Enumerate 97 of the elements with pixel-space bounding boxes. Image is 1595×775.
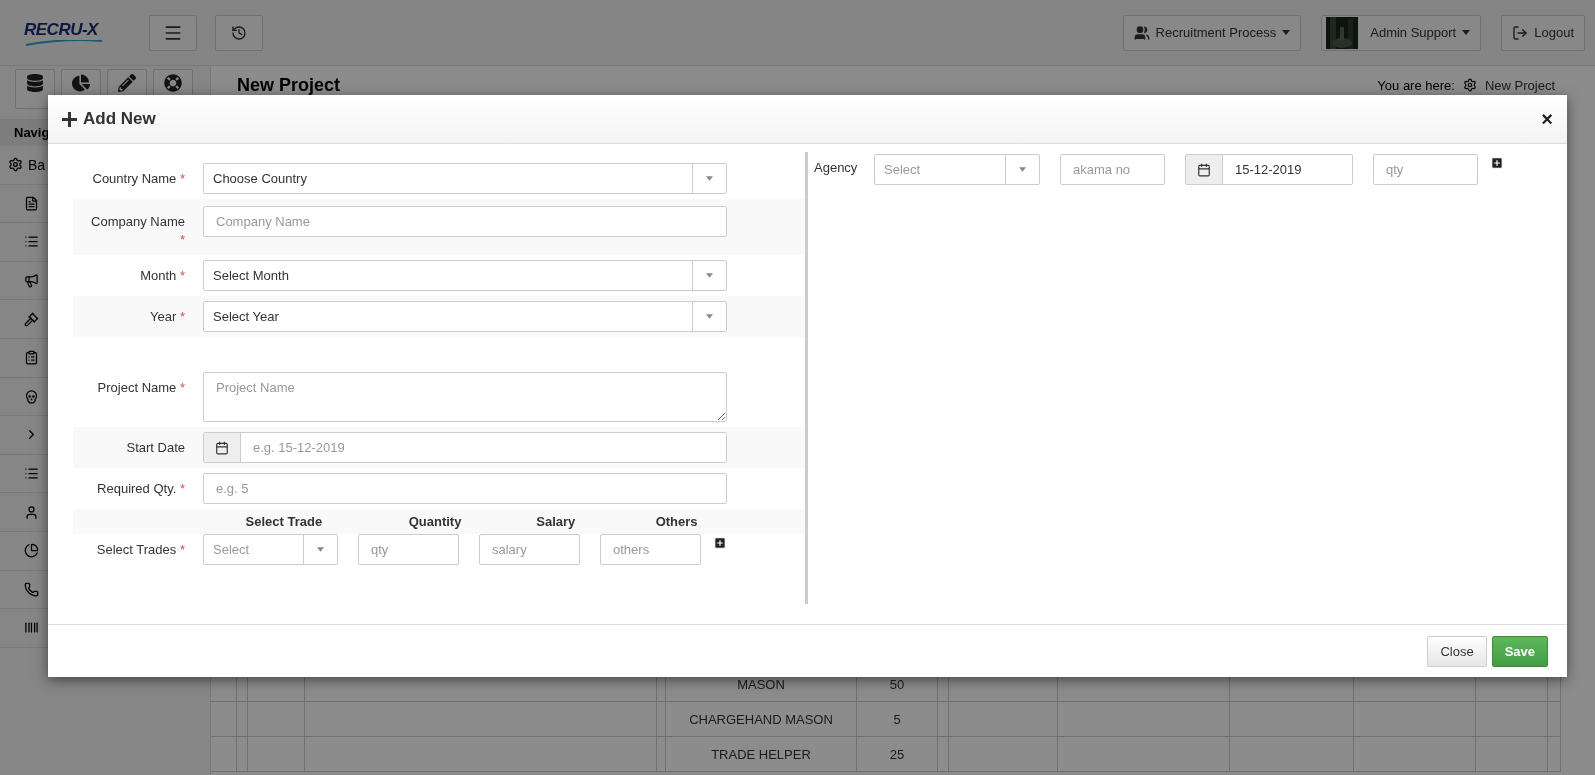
caret-icon (706, 273, 713, 279)
database-button[interactable] (15, 69, 55, 109)
caret-icon (317, 547, 324, 553)
table-cell (1548, 702, 1561, 737)
required-mark: * (179, 309, 185, 325)
required-mark: * (179, 380, 185, 396)
table-cell: TRADE HELPER (666, 737, 857, 772)
breadcrumb-link[interactable]: New Project (1484, 77, 1555, 93)
megaphone-icon[interactable] (24, 273, 39, 289)
field-label: Country Name * (92, 170, 185, 188)
caret-icon (1282, 30, 1291, 35)
dropdown[interactable]: Choose Country (203, 163, 727, 194)
field-label: Company Name * (90, 213, 185, 249)
table-cell (248, 702, 305, 737)
column-header: Select Trade (244, 514, 324, 530)
caret-icon (706, 314, 713, 320)
close-button[interactable]: Close (1427, 635, 1487, 667)
dropdown[interactable]: Select Month (203, 260, 727, 292)
plus-icon (62, 111, 77, 127)
skull-icon[interactable] (24, 388, 39, 404)
lifebuoy-icon (164, 74, 182, 92)
input-field[interactable]: salary (479, 534, 580, 566)
hammer-icon[interactable] (24, 311, 39, 327)
caret-icon (706, 176, 713, 181)
field-label: Year * (150, 308, 185, 326)
column-header: Salary (535, 514, 577, 530)
date-field[interactable]: 15-12-2019 (1185, 154, 1353, 185)
save-button[interactable]: Save (1491, 635, 1548, 667)
history-icon (231, 24, 247, 41)
logout-icon (1512, 24, 1529, 41)
logo: RECRU-X (24, 19, 149, 46)
table-cell (237, 702, 248, 737)
field-label: Month * (140, 267, 185, 285)
required-mark: * (179, 481, 185, 497)
required-mark: * (179, 542, 185, 558)
close-button[interactable]: × (1541, 107, 1553, 131)
table-cell (938, 737, 949, 772)
table-cell (237, 737, 248, 772)
table-cell: CHARGEHAND MASON (666, 702, 857, 737)
logout-button[interactable]: Logout (1501, 14, 1585, 51)
column-header: Quantity (407, 514, 463, 530)
table-cell (657, 702, 666, 737)
page-title: New Project (237, 74, 341, 96)
input-field[interactable]: Company Name (203, 206, 727, 237)
add-icon[interactable] (1490, 156, 1504, 170)
field-label: Select Trades * (96, 541, 185, 559)
menu-dropdown[interactable]: Recruitment Process (1122, 14, 1302, 51)
input-field[interactable]: others (600, 534, 701, 566)
add-icon[interactable] (713, 536, 727, 551)
menu-button[interactable] (149, 14, 197, 51)
input-field[interactable]: e.g. 5 (203, 473, 727, 505)
breadcrumb-label: You are here: (1377, 77, 1455, 93)
calendar-icon (215, 440, 229, 455)
database-icon (26, 74, 44, 92)
required-mark: * (179, 171, 185, 186)
user-icon[interactable] (24, 504, 39, 520)
required-mark: * (179, 231, 185, 247)
field-label: Start Date (126, 439, 185, 457)
field-label: Required Qty. * (97, 480, 185, 498)
menu-dropdown[interactable]: Admin Support (1321, 14, 1482, 51)
history-button[interactable] (215, 14, 263, 51)
input-field[interactable]: qty (358, 534, 459, 566)
table-cell (1548, 737, 1561, 772)
list-icon[interactable] (24, 466, 39, 482)
field-label: Project Name * (97, 379, 185, 397)
caret-icon (1019, 167, 1026, 172)
dropdown[interactable]: Select Year (203, 301, 727, 333)
field-label: Agency (814, 159, 858, 175)
table-cell (1476, 737, 1548, 772)
input-field[interactable]: akama no (1060, 154, 1165, 185)
pie-chart-icon[interactable] (24, 543, 39, 559)
pie-chart-icon (72, 74, 90, 92)
table-cell (938, 702, 949, 737)
dropdown[interactable]: Select (874, 154, 1040, 185)
table-cell: 5 (857, 702, 938, 737)
table-cell (657, 737, 666, 772)
pencil-icon (118, 74, 136, 92)
table-cell (211, 737, 237, 772)
caret-icon (1462, 30, 1471, 35)
document-icon[interactable] (24, 195, 39, 211)
settings-icon (8, 157, 23, 173)
input-field[interactable]: qty (1373, 154, 1478, 185)
dropdown[interactable]: Select (203, 534, 338, 566)
calendar-icon (1197, 162, 1211, 177)
table-cell: 25 (857, 737, 938, 772)
table-cell (211, 702, 237, 737)
clipboard-icon[interactable] (24, 350, 39, 366)
required-mark: * (179, 268, 185, 284)
settings-icon (1462, 78, 1477, 92)
table-cell (1476, 702, 1548, 737)
textarea-field[interactable]: Project Name (203, 372, 727, 423)
list-icon[interactable] (24, 234, 39, 250)
date-field[interactable]: e.g. 15-12-2019 (203, 432, 727, 464)
table-cell (248, 737, 305, 772)
column-header: Others (654, 514, 699, 530)
phone-icon[interactable] (24, 581, 39, 597)
users-icon (1133, 24, 1150, 41)
